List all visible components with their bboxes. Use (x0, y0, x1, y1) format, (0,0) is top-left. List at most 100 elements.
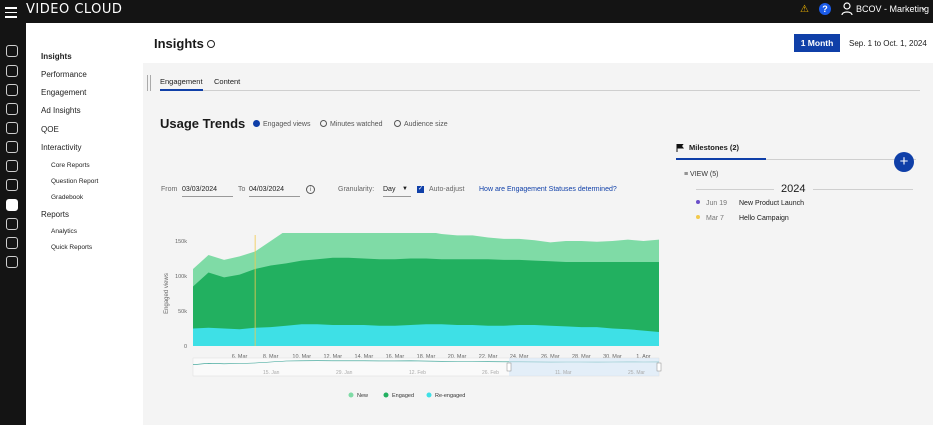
folder-icon[interactable] (6, 122, 18, 134)
main-content: Insights 1 Month Sep. 1 to Oct. 1, 2024 … (143, 23, 933, 425)
to-label: To (238, 186, 246, 193)
milestone-dot (696, 215, 700, 219)
info-icon[interactable]: i (306, 185, 315, 194)
y-tick-label: 50k (178, 309, 187, 315)
user-icon[interactable] (841, 2, 853, 16)
navigator-handle (656, 362, 662, 372)
milestone-name: New Product Launch (739, 200, 804, 207)
engagement-status-link[interactable]: How are Engagement Statuses determined? (479, 186, 617, 193)
navigator-tick-label: 15. Jan (263, 370, 280, 376)
navigator-tick-label: 11. Mar (555, 370, 572, 376)
account-name[interactable]: BCOV - Marketing (856, 4, 929, 14)
metric-minutes-watched[interactable]: Minutes watched (320, 120, 383, 128)
milestones-panel: Milestones (2) + ≡ VIEW (5) 2024 Jun 19 N… (676, 143, 926, 303)
to-date-input[interactable]: 04/03/2024 (249, 186, 300, 197)
nav-item-insights[interactable]: Insights (41, 52, 72, 61)
page-header: Insights 1 Month Sep. 1 to Oct. 1, 2024 (143, 23, 933, 63)
help-icon[interactable]: ? (819, 3, 831, 15)
caret-down-icon[interactable]: ▼ (402, 186, 408, 192)
milestones-tab-label: Milestones (2) (689, 143, 740, 152)
nav-item-quick-reports[interactable]: Quick Reports (51, 244, 92, 251)
tab-bar: Engagement Content (160, 76, 920, 91)
top-bar: VIDEO CLOUD ⚠ ? BCOV - Marketing ⌄ (0, 0, 933, 23)
date-range: Sep. 1 to Oct. 1, 2024 (849, 39, 927, 48)
analytics-icon[interactable] (6, 199, 18, 211)
nav-item-ad-insights[interactable]: Ad Insights (41, 106, 81, 115)
view-label: VIEW (5) (690, 171, 719, 178)
navigator-tick-label: 25. Mar (628, 370, 645, 376)
granularity-label: Granularity: (338, 186, 375, 193)
milestone-date: Jun 19 (706, 200, 728, 207)
metric-label: Engaged views (263, 121, 311, 128)
auto-adjust-label: Auto-adjust (429, 186, 465, 193)
navigator-tick-label: 29. Jan (336, 370, 353, 376)
clock-icon[interactable] (207, 40, 215, 48)
panel-handle[interactable] (147, 75, 151, 91)
legend-marker (383, 392, 389, 398)
play-icon[interactable] (6, 218, 18, 230)
metric-audience-size[interactable]: Audience size (394, 120, 448, 128)
metric-engaged-views[interactable]: Engaged views (253, 120, 310, 128)
radio-selected-icon (253, 120, 260, 127)
video-icon[interactable] (6, 84, 18, 96)
warning-icon[interactable]: ⚠ (800, 4, 809, 15)
navigator-handle (506, 362, 512, 372)
usage-chart[interactable]: 050k100k150kEngaged views6. Mar 8. Mar 10.… (161, 233, 671, 418)
view-filter[interactable]: ≡ VIEW (5) (684, 171, 718, 178)
plugin-icon[interactable] (6, 256, 18, 268)
auto-adjust-checkbox[interactable]: ✓ (417, 186, 424, 193)
nav-item-gradebook[interactable]: Gradebook (51, 194, 83, 201)
nav-item-engagement[interactable]: Engagement (41, 88, 86, 97)
y-axis-label: Engaged views (164, 273, 170, 314)
divider (813, 189, 913, 190)
metric-label: Minutes watched (330, 121, 383, 128)
upload-icon[interactable] (6, 65, 18, 77)
location-icon[interactable] (6, 179, 18, 191)
nav-item-interactivity[interactable]: Interactivity (41, 143, 81, 152)
media-icon[interactable] (6, 103, 18, 115)
milestone-date: Mar 7 (706, 215, 724, 222)
hamburger-menu-icon[interactable] (5, 4, 17, 18)
home-icon[interactable] (6, 45, 18, 57)
divider (696, 189, 774, 190)
tab-content[interactable]: Content (214, 77, 240, 89)
nav-item-analytics[interactable]: Analytics (51, 228, 77, 235)
share-icon[interactable] (6, 160, 18, 172)
milestone-dot (696, 200, 700, 204)
milestone-year: 2024 (781, 183, 806, 195)
legend-label: Engaged (392, 393, 414, 399)
nav-item-performance[interactable]: Performance (41, 70, 87, 79)
milestone-name: Hello Campaign (739, 215, 789, 222)
legend-marker (426, 392, 432, 398)
nav-item-core-reports[interactable]: Core Reports (51, 162, 90, 169)
metric-label: Audience size (404, 121, 448, 128)
tab-engagement[interactable]: Engagement (160, 77, 203, 91)
brand-logo[interactable]: VIDEO CLOUD (26, 2, 122, 17)
radio-icon (394, 120, 401, 127)
y-tick-label: 100k (175, 274, 187, 280)
side-navigation: Insights Performance Engagement Ad Insig… (26, 23, 169, 425)
legend-label: New (357, 393, 368, 399)
y-tick-label: 0 (184, 344, 187, 350)
series-area-re-engaged (193, 324, 659, 346)
navigator-tick-label: 12. Feb (409, 370, 426, 376)
legend-label: Re-engaged (435, 393, 465, 399)
cloud-icon[interactable] (6, 141, 18, 153)
from-date-input[interactable]: 03/03/2024 (182, 186, 233, 197)
add-milestone-button[interactable]: + (894, 152, 914, 172)
users-icon[interactable] (6, 237, 18, 249)
navigator-tick-label: 26. Feb (482, 370, 499, 376)
chevron-down-icon[interactable]: ⌄ (920, 3, 927, 12)
radio-icon (320, 120, 327, 127)
nav-item-qoe[interactable]: QOE (41, 125, 59, 134)
period-button[interactable]: 1 Month (794, 34, 840, 52)
section-title: Usage Trends (160, 116, 246, 131)
y-tick-label: 150k (175, 239, 187, 245)
tab-milestones[interactable]: Milestones (2) (676, 143, 766, 160)
nav-item-question-report[interactable]: Question Report (51, 178, 98, 185)
milestone-item[interactable]: Mar 7 Hello Campaign (696, 215, 789, 222)
legend-marker (348, 392, 354, 398)
nav-item-reports[interactable]: Reports (41, 210, 69, 219)
from-label: From (161, 186, 178, 193)
milestone-item[interactable]: Jun 19 New Product Launch (696, 200, 804, 207)
